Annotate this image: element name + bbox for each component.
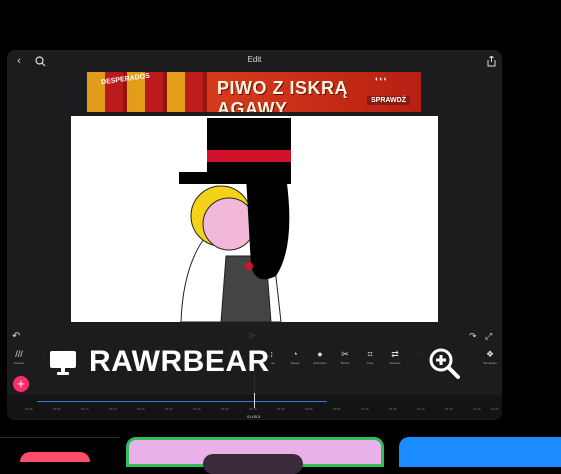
tool-label: Canvas [13, 361, 25, 365]
ad-banner[interactable]: DESPERADOS PIWO Z ISKRĄ AGAWY ◐◐◐ SPRAWD… [87, 72, 421, 112]
ruler-tick: 00:05 [53, 407, 61, 411]
tool-label: Reverse [389, 361, 401, 365]
ruler-tick: 00:25 [165, 407, 173, 411]
ruler-tick: 00:35 [221, 407, 229, 411]
divider [0, 437, 120, 438]
tool-label: Crop [366, 361, 374, 365]
tool-icon: ⌗ [367, 349, 373, 359]
tool-item[interactable]: ❖ Templates [478, 347, 502, 373]
monitor-icon [49, 348, 77, 376]
tool-item[interactable]: ⌗ Crop [358, 347, 382, 373]
ruler-tick: 01:20 [473, 407, 481, 411]
tool-item[interactable]: /// Canvas [7, 347, 31, 373]
ad-headline: PIWO Z ISKRĄ AGAWY [217, 78, 348, 112]
ruler-tick: 00:40 [249, 407, 257, 411]
tool-item[interactable]: ◔ Speed [283, 347, 307, 373]
ruler-tick: 00:10 [81, 407, 89, 411]
ruler-tick: 01:05 [389, 407, 397, 411]
tool-item[interactable]: ● Animation [308, 347, 332, 373]
tool-icon: ◔ [292, 349, 298, 359]
top-bar: ‹ Edit [7, 50, 502, 72]
zoom-in-button[interactable] [413, 332, 475, 394]
ruler-tick: 00:50 [305, 407, 313, 411]
undo-icon[interactable]: ↶ [12, 331, 20, 342]
overlay-label: RAWRBEAR [89, 345, 270, 378]
tool-item[interactable]: ⇄ Reverse [383, 347, 407, 373]
ruler-tick: 00:20 [137, 407, 145, 411]
ruler-tick: 01:10 [417, 407, 425, 411]
fullscreen-icon[interactable]: ⤢ [485, 331, 492, 342]
tool-item[interactable]: ✂ Bi-Cut [333, 347, 357, 373]
ad-cta-button[interactable]: SPRAWDŹ [367, 96, 410, 105]
zoom-in-icon [429, 348, 460, 379]
ruler-tick: 00:00 [25, 407, 33, 411]
ruler-tick: 00:45 [277, 407, 285, 411]
ruler-tick: 01:15 [445, 407, 453, 411]
ruler-tick: 00:15 [109, 407, 117, 411]
tool-icon: /// [15, 349, 23, 359]
ad-badges: ◐◐◐ [375, 76, 388, 83]
tool-label: Speed [290, 361, 300, 365]
playhead-time: 01:05.5 [247, 414, 261, 419]
tool-icon: ✂ [341, 349, 349, 359]
screen-share-overlay[interactable]: RAWRBEAR [31, 331, 271, 393]
tile-inner [203, 454, 303, 474]
bottom-blue-tile[interactable] [399, 437, 561, 467]
tool-label: Bi-Cut [340, 361, 350, 365]
tool-label: Templates [483, 361, 497, 365]
share-icon[interactable] [484, 54, 498, 68]
timeline-progress-line [37, 401, 327, 402]
tool-icon: ⇄ [391, 349, 399, 359]
character-illustration [179, 118, 291, 322]
ruler-tick: 01:25 [491, 407, 499, 411]
tool-label: Animation [313, 361, 327, 365]
tool-icon: ❖ [485, 349, 495, 359]
video-preview[interactable] [71, 116, 438, 322]
add-clip-button[interactable]: + [13, 376, 29, 392]
ruler-tick: 00:30 [193, 407, 201, 411]
window-title: Edit [247, 55, 262, 64]
bottom-selected-tile[interactable] [126, 437, 384, 474]
ruler-tick: 01:00 [361, 407, 369, 411]
bottom-red-tile[interactable] [20, 452, 90, 462]
tool-icon: ● [317, 349, 323, 359]
ruler-tick: 00:55 [333, 407, 341, 411]
